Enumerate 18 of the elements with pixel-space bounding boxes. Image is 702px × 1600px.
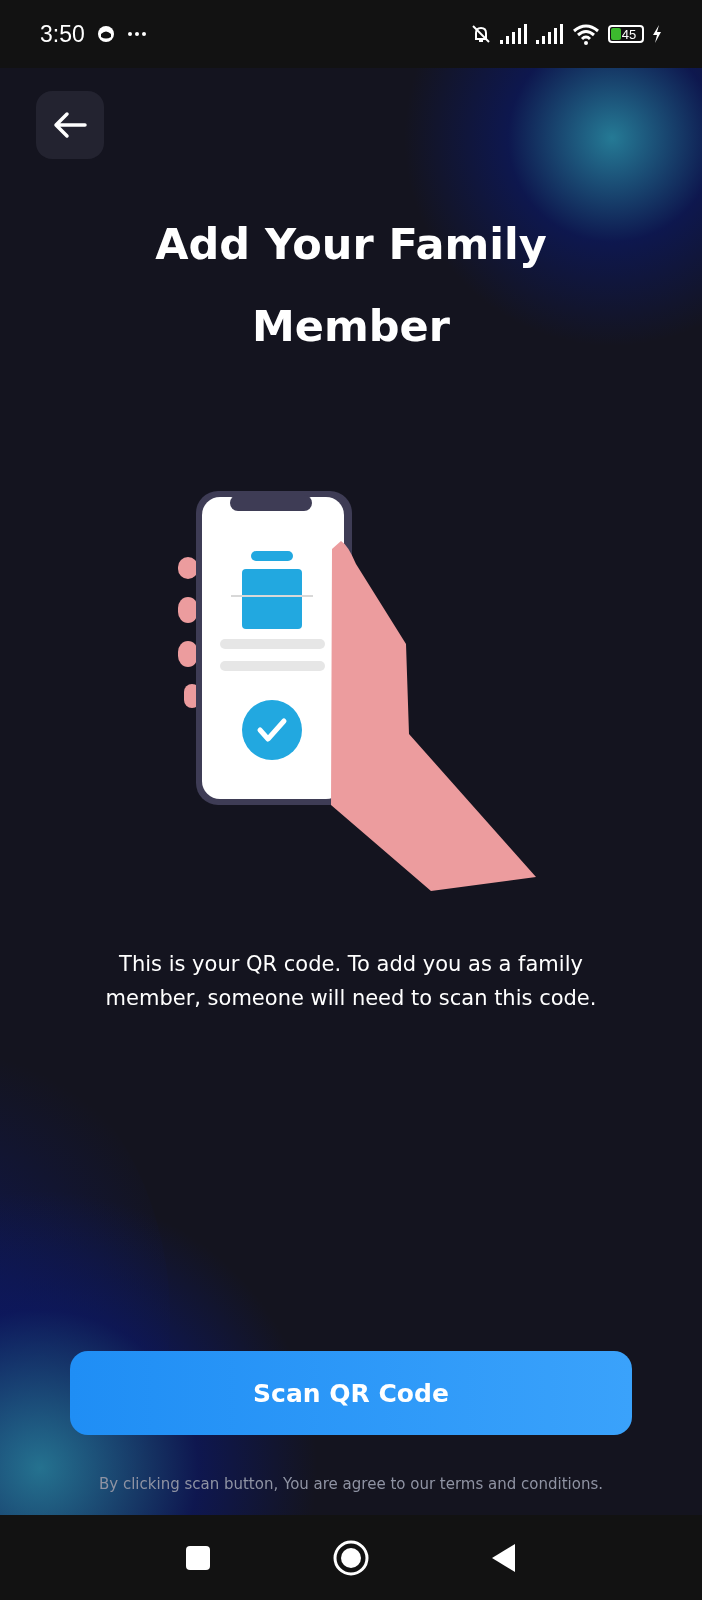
page-title: Add Your Family Member [154,218,548,353]
terms-note: By clicking scan button, You are agree to our terms and conditions. [99,1475,603,1493]
back-triangle-icon[interactable] [491,1542,517,1573]
signal-icon [500,24,528,44]
more-dots-icon [126,31,147,37]
scan-qr-code-button[interactable]: Scan QR Code [70,1351,632,1435]
recents-square-icon[interactable] [185,1544,211,1571]
back-button[interactable] [36,91,104,159]
signal-icon [536,24,564,44]
charging-bolt-icon [652,25,662,43]
description-text: This is your QR code. To add you as a family member, someone will need to scan this code. [104,951,598,1012]
back-arrow-icon [52,111,88,139]
clock-time: 3:50 [40,20,85,48]
wifi-icon [572,23,600,45]
bell-muted-icon [470,23,492,45]
face-icon [96,25,115,43]
battery-indicator: 45 [608,25,644,43]
home-circle-icon[interactable] [333,1539,369,1576]
